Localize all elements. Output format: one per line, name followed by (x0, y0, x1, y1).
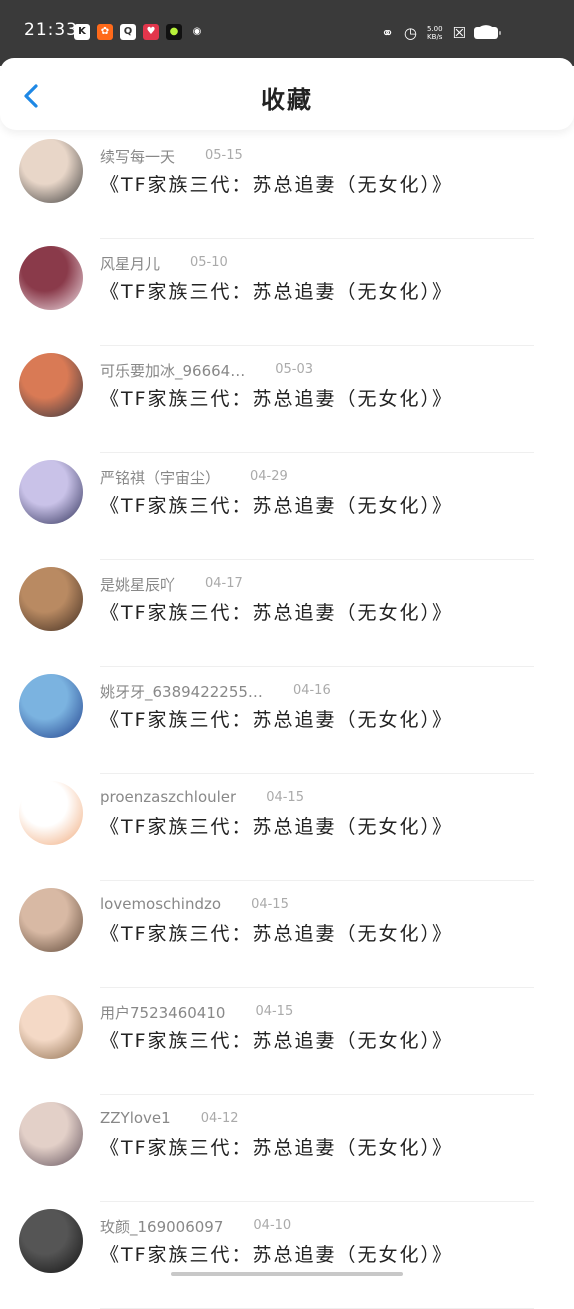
book-title-link[interactable]: 《TF家族三代：苏总追妻（无女化）》 (100, 1133, 453, 1160)
book-title-link[interactable]: 《TF家族三代：苏总追妻（无女化）》 (100, 598, 453, 625)
user-avatar[interactable] (19, 460, 83, 524)
k-app-icon: K (74, 24, 90, 40)
date-label: 04-12 (200, 1111, 239, 1126)
item-meta: 可乐要加冰_96664… 05-03 (100, 360, 313, 382)
book-title-link[interactable]: 《TF家族三代：苏总追妻（无女化）》 (100, 705, 453, 732)
user-avatar[interactable] (19, 246, 83, 310)
user-avatar[interactable] (19, 353, 83, 417)
date-label: 04-15 (255, 1004, 294, 1019)
username[interactable]: 玫颜_169006097 (100, 1216, 223, 1237)
date-label: 04-29 (250, 469, 288, 484)
item-meta: 姚牙牙_6389422255… 04-16 (100, 681, 331, 703)
book-title-link[interactable]: 《TF家族三代：苏总追妻（无女化）》 (100, 919, 453, 946)
book-title-link[interactable]: 《TF家族三代：苏总追妻（无女化）》 (100, 384, 453, 411)
item-meta: lovemoschindzo 04-15 (100, 895, 289, 917)
date-label: 04-10 (253, 1218, 292, 1233)
item-meta: 是姚星辰吖 04-17 (100, 574, 243, 596)
user-avatar[interactable] (19, 781, 83, 845)
date-label: 04-16 (292, 683, 331, 698)
item-meta: ZZYlove1 04-12 (100, 1109, 239, 1131)
item-meta: 续写每一天 05-15 (100, 146, 243, 168)
top-bar: 收藏 (0, 58, 574, 130)
date-label: 05-10 (190, 255, 228, 270)
item-meta: 玫颜_169006097 04-10 (100, 1216, 291, 1238)
favorite-item[interactable]: proenzaszchlouler 04-15 《TF家族三代：苏总追妻（无女化）》 (0, 774, 574, 881)
favorites-list: 续写每一天 05-15 《TF家族三代：苏总追妻（无女化）》 风星月儿 05-10 《TF… (0, 132, 574, 1309)
username[interactable]: 姚牙牙_6389422255… (100, 681, 263, 702)
item-meta: proenzaszchlouler 04-15 (100, 788, 304, 810)
page-title: 收藏 (261, 86, 313, 114)
book-title-link[interactable]: 《TF家族三代：苏总追妻（无女化）》 (100, 1026, 453, 1053)
red-app-icon: ♥ (143, 24, 159, 40)
date-label: 05-15 (205, 148, 243, 163)
user-avatar[interactable] (19, 995, 83, 1059)
favorite-item[interactable]: 可乐要加冰_96664… 05-03 《TF家族三代：苏总追妻（无女化）》 (0, 346, 574, 453)
network-speed-unit: KB/s (427, 32, 443, 41)
date-label: 04-15 (251, 897, 289, 912)
user-avatar[interactable] (19, 1102, 83, 1166)
favorite-item[interactable]: lovemoschindzo 04-15 《TF家族三代：苏总追妻（无女化）》 (0, 881, 574, 988)
user-avatar[interactable] (19, 139, 83, 203)
date-label: 05-03 (275, 362, 313, 377)
user-avatar[interactable] (19, 1209, 83, 1273)
username[interactable]: 是姚星辰吖 (100, 574, 175, 595)
network-speed-value: 5.00 (426, 24, 443, 33)
book-title-link[interactable]: 《TF家族三代：苏总追妻（无女化）》 (100, 812, 453, 839)
item-meta: 严铭祺（宇宙尘） 04-29 (100, 467, 288, 489)
orange-app-icon: ✿ (97, 24, 113, 40)
book-title-link[interactable]: 《TF家族三代：苏总追妻（无女化）》 (100, 277, 453, 304)
username[interactable]: 续写每一天 (100, 146, 175, 167)
favorite-item[interactable]: 严铭祺（宇宙尘） 04-29 《TF家族三代：苏总追妻（无女化）》 (0, 453, 574, 560)
status-time: 21:33 (24, 20, 78, 40)
alarm-icon: ◷ (403, 23, 417, 42)
favorite-item[interactable]: 玫颜_169006097 04-10 《TF家族三代：苏总追妻（无女化）》 (0, 1202, 574, 1309)
username[interactable]: 可乐要加冰_96664… (100, 360, 245, 381)
search-app-icon: Q (120, 24, 136, 40)
qq-icon: ◉ (189, 24, 205, 40)
favorite-item[interactable]: 续写每一天 05-15 《TF家族三代：苏总追妻（无女化）》 (0, 132, 574, 239)
username[interactable]: 严铭祺（宇宙尘） (100, 467, 220, 488)
username[interactable]: 风星月儿 (100, 253, 160, 274)
username[interactable]: proenzaszchlouler (100, 788, 236, 806)
sim-off-icon: ☒ (452, 23, 466, 42)
user-avatar[interactable] (19, 567, 83, 631)
network-speed: 5.00 KB/s (427, 25, 443, 41)
book-title-link[interactable]: 《TF家族三代：苏总追妻（无女化）》 (100, 491, 453, 518)
favorite-item[interactable]: 风星月儿 05-10 《TF家族三代：苏总追妻（无女化）》 (0, 239, 574, 346)
book-title-link[interactable]: 《TF家族三代：苏总追妻（无女化）》 (100, 1240, 453, 1267)
headphones-icon: ⚭ (381, 23, 394, 42)
item-meta: 风星月儿 05-10 (100, 253, 228, 275)
user-avatar[interactable] (19, 674, 83, 738)
book-title-link[interactable]: 《TF家族三代：苏总追妻（无女化）》 (100, 170, 453, 197)
date-label: 04-17 (205, 576, 243, 591)
favorite-item[interactable]: 用户7523460410 04-15 《TF家族三代：苏总追妻（无女化）》 (0, 988, 574, 1095)
username[interactable]: lovemoschindzo (100, 895, 221, 913)
status-bar: 21:33 K ✿ Q ♥ ● ◉ ⚭ ◷ 5.00 KB/s ☒ (0, 0, 574, 66)
green-app-icon: ● (166, 24, 182, 40)
notification-app-icons: K ✿ Q ♥ ● ◉ (74, 24, 205, 40)
username[interactable]: 用户7523460410 (100, 1002, 225, 1023)
favorite-item[interactable]: 姚牙牙_6389422255… 04-16 《TF家族三代：苏总追妻（无女化）》 (0, 667, 574, 774)
favorite-item[interactable]: 是姚星辰吖 04-17 《TF家族三代：苏总追妻（无女化）》 (0, 560, 574, 667)
user-avatar[interactable] (19, 888, 83, 952)
favorite-item[interactable]: ZZYlove1 04-12 《TF家族三代：苏总追妻（无女化）》 (0, 1095, 574, 1202)
item-meta: 用户7523460410 04-15 (100, 1002, 293, 1024)
battery-icon (474, 27, 501, 39)
date-label: 04-15 (266, 790, 304, 805)
home-indicator[interactable] (171, 1272, 403, 1276)
username[interactable]: ZZYlove1 (100, 1109, 171, 1127)
